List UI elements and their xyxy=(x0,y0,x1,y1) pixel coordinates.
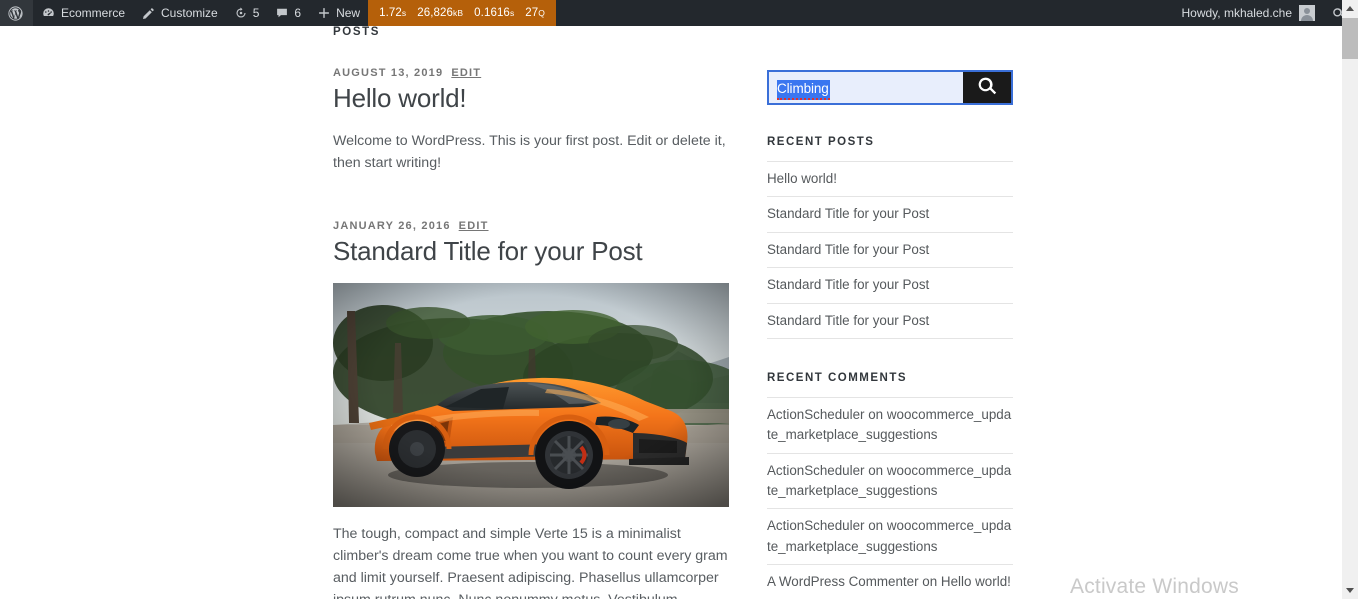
avatar xyxy=(1299,5,1315,21)
comment-on-label: on xyxy=(864,406,887,422)
post-excerpt: The tough, compact and simple Verte 15 i… xyxy=(333,526,728,599)
main-content-column: POSTS AUGUST 13, 2019 EDIT Hello world! W… xyxy=(333,26,729,599)
post-title-link[interactable]: Hello world! xyxy=(333,83,729,114)
adminbar-item-ecommerce[interactable]: Ecommerce xyxy=(33,0,133,26)
wordpress-logo-icon xyxy=(7,5,24,22)
list-item[interactable]: ActionScheduler on woocommerce_update_ma… xyxy=(767,396,1013,453)
post-featured-image[interactable] xyxy=(333,283,729,508)
adminbar-item-customize[interactable]: Customize xyxy=(133,0,226,26)
search-submit-button[interactable] xyxy=(963,72,1011,103)
adminbar-item-label: Ecommerce xyxy=(61,6,126,20)
qm-memory: 26,826kB xyxy=(417,7,464,19)
post-excerpt: Welcome to WordPress. This is your first… xyxy=(333,133,726,172)
adminbar-item-updates[interactable]: 5 xyxy=(226,0,268,26)
comment-bubble-icon xyxy=(275,6,289,20)
adminbar-item-label: New xyxy=(336,6,361,20)
post-title-link[interactable]: Standard Title for your Post xyxy=(333,236,729,267)
page-title: POSTS xyxy=(333,26,380,38)
post-item: AUGUST 13, 2019 EDIT Hello world! Welcome… xyxy=(333,67,729,174)
scroll-up-arrow-icon[interactable] xyxy=(1342,0,1358,17)
comment-on-label: on xyxy=(864,518,887,534)
recent-post-link[interactable]: Standard Title for your Post xyxy=(767,206,929,221)
activate-windows-watermark: Activate Windows xyxy=(1070,575,1239,598)
howdy-label: Howdy, mkhaled.che xyxy=(1181,6,1293,20)
comment-author-link[interactable]: ActionScheduler xyxy=(767,407,865,422)
post-date: JANUARY 26, 2016 xyxy=(333,220,451,233)
comment-on-label: on xyxy=(864,462,887,478)
orange-sports-car-photo xyxy=(333,283,729,508)
widget-title: RECENT COMMENTS xyxy=(767,371,908,384)
widget-title: RECENT POSTS xyxy=(767,136,875,148)
search-selected-text: Climbing xyxy=(777,80,830,100)
recent-post-link[interactable]: Standard Title for your Post xyxy=(767,277,929,292)
page-viewport: POSTS AUGUST 13, 2019 EDIT Hello world! W… xyxy=(0,26,1342,599)
qm-query-count: 27Q xyxy=(525,7,546,19)
post-meta: JANUARY 26, 2016 EDIT xyxy=(333,220,729,232)
sidebar: Climbing RECENT POSTS Hello world! Stand… xyxy=(767,70,1013,599)
search-form: Climbing xyxy=(767,70,1013,105)
plus-icon xyxy=(317,6,331,20)
adminbar-item-label: 5 xyxy=(252,6,260,20)
recent-comments-list: ActionScheduler on woocommerce_update_ma… xyxy=(767,396,1013,599)
recent-post-link[interactable]: Hello world! xyxy=(767,171,837,186)
list-item[interactable]: Hello world! xyxy=(767,161,1013,196)
adminbar-wordpress-logo[interactable] xyxy=(0,0,33,26)
query-monitor-panel[interactable]: 1.72s 26,826kB 0.1616s 27Q xyxy=(368,0,557,26)
adminbar-item-comments[interactable]: 6 xyxy=(267,0,309,26)
adminbar-item-label: 6 xyxy=(294,6,302,20)
list-item[interactable]: ActionScheduler on woocommerce_update_ma… xyxy=(767,508,1013,564)
edit-post-link[interactable]: EDIT xyxy=(451,67,481,79)
post-meta: AUGUST 13, 2019 EDIT xyxy=(333,67,729,79)
updates-circle-icon xyxy=(234,6,248,20)
pencil-icon xyxy=(141,6,156,21)
scroll-down-arrow-icon[interactable] xyxy=(1342,582,1358,599)
post-date: AUGUST 13, 2019 xyxy=(333,67,444,79)
adminbar-my-account[interactable]: Howdy, mkhaled.che xyxy=(1172,0,1324,26)
qm-db-time: 0.1616s xyxy=(474,7,515,19)
recent-post-link[interactable]: Standard Title for your Post xyxy=(767,242,929,257)
adminbar-item-label: Customize xyxy=(161,6,218,20)
list-item[interactable]: Standard Title for your Post xyxy=(767,196,1013,231)
adminbar-item-new[interactable]: New xyxy=(309,0,368,26)
page-scrollbar[interactable] xyxy=(1342,0,1358,599)
dashboard-gauge-icon xyxy=(41,6,56,21)
list-item[interactable]: A WordPress Commenter on Hello world! xyxy=(767,564,1013,599)
qm-page-time: 1.72s xyxy=(379,7,407,19)
comment-post-link[interactable]: Hello world! xyxy=(941,574,1011,589)
wp-admin-bar: Ecommerce Customize 5 6 New 1.72s 26,826… xyxy=(0,0,1358,26)
comment-author-link[interactable]: A WordPress Commenter xyxy=(767,574,919,589)
scrollbar-thumb[interactable] xyxy=(1342,18,1358,59)
recent-post-link[interactable]: Standard Title for your Post xyxy=(767,313,929,328)
comment-author-link[interactable]: ActionScheduler xyxy=(767,463,865,478)
widget-recent-comments: RECENT COMMENTS ActionScheduler on wooco… xyxy=(767,372,1013,599)
list-item[interactable]: Standard Title for your Post xyxy=(767,267,1013,302)
adminbar-spacer xyxy=(556,0,1171,26)
list-item[interactable]: Standard Title for your Post xyxy=(767,231,1013,267)
content-wrapper: POSTS AUGUST 13, 2019 EDIT Hello world! W… xyxy=(0,26,1342,599)
list-item[interactable]: Standard Title for your Post xyxy=(767,302,1013,339)
post-item: JANUARY 26, 2016 EDIT Standard Title for … xyxy=(333,220,729,599)
widget-recent-posts: RECENT POSTS Hello world! Standard Title… xyxy=(767,136,1013,339)
search-icon xyxy=(976,75,998,100)
recent-posts-list: Hello world! Standard Title for your Pos… xyxy=(767,161,1013,339)
list-item[interactable]: ActionScheduler on woocommerce_update_ma… xyxy=(767,452,1013,509)
comment-author-link[interactable]: ActionScheduler xyxy=(767,518,865,533)
comment-on-label: on xyxy=(918,574,941,590)
edit-post-link[interactable]: EDIT xyxy=(459,220,489,232)
